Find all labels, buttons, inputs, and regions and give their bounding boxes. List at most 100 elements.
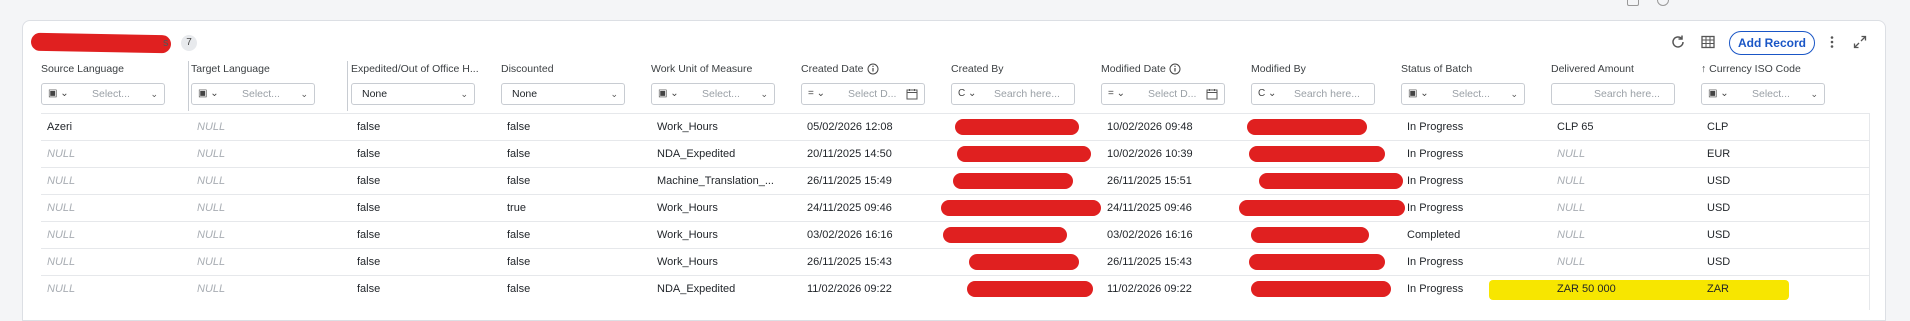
cell-status: In Progress [1407,202,1464,214]
redacted-modified-by [1259,173,1403,189]
refresh-icon[interactable] [1669,34,1687,52]
column-headers: Source Language Target Language Expedite… [41,63,1887,77]
filter-operator[interactable]: ▣ ⌄ [48,84,69,104]
cell-created-date: 03/02/2026 16:16 [807,229,893,241]
header-delivered-amount[interactable]: Delivered Amount [1551,63,1691,75]
cell-expedited: false [357,121,381,133]
header-currency[interactable]: ↑ Currency ISO Code [1701,63,1841,75]
table-settings-icon[interactable] [1699,34,1717,52]
table-row[interactable]: NULL NULL false false Work_Hours 26/11/2025 1… [41,248,1869,275]
filter-operator[interactable]: ▣ ⌄ [1408,84,1429,104]
filter-placeholder: Select... [1452,88,1490,100]
cell-discounted: false [507,229,531,241]
cell-discounted: false [507,148,531,160]
filter-placeholder: Select D... [848,88,897,100]
filter-created-by[interactable]: C ⌄ Search here... [951,83,1075,105]
cell-work-unit: NDA_Expedited [657,283,736,295]
record-count-badge: 7 [181,35,197,51]
redacted-created-by [967,281,1093,297]
filter-placeholder: Search here... [1294,88,1360,100]
cell-created-date: 24/11/2025 09:46 [807,202,892,214]
filter-modified-date[interactable]: = ⌄ Select D... [1101,83,1225,105]
cell-created-date: 20/11/2025 14:50 [807,148,892,160]
cell-work-unit: Work_Hours [657,202,718,214]
redacted-modified-by [1239,200,1405,216]
filter-delivered-amount[interactable]: Search here... [1551,83,1675,105]
cell-delivered-amount: NULL [1557,175,1586,187]
add-record-button[interactable]: Add Record [1729,31,1815,55]
table-row[interactable]: NULL NULL false false Work_Hours 03/02/2026 1… [41,221,1869,248]
redacted-created-by [953,173,1073,189]
calendar-icon[interactable] [1206,84,1218,107]
cell-status: Completed [1407,229,1461,241]
cell-expedited: false [357,256,381,268]
table-row[interactable]: NULL NULL false false NDA_Expedited 11/02/202… [41,275,1869,302]
filter-placeholder: Select... [702,88,740,100]
chevron-down-icon: ⌄ [300,89,308,99]
filter-operator[interactable]: C ⌄ [958,84,976,104]
title-suffix: s [163,37,169,49]
filter-created-date[interactable]: = ⌄ Select D... [801,83,925,105]
filter-discounted[interactable]: None ⌄ [501,83,625,105]
filter-operator[interactable]: ▣ ⌄ [198,84,219,104]
table-row[interactable]: Azeri NULL false false Work_Hours 05/02/2026 … [41,113,1869,140]
cell-work-unit: Machine_Translation_... [657,175,774,187]
table-row[interactable]: NULL NULL false true Work_Hours 24/11/2025 09… [41,194,1869,221]
cell-target-language: NULL [197,229,226,241]
filter-status[interactable]: ▣ ⌄ Select... ⌄ [1401,83,1525,105]
cell-target-language: NULL [197,283,226,295]
cell-currency: USD [1707,256,1731,268]
expand-icon[interactable] [1851,34,1869,52]
redacted-created-by [957,146,1091,162]
cell-target-language: NULL [197,148,226,160]
table-row[interactable]: NULL NULL false false Machine_Translation_..… [41,167,1869,194]
header-expedited[interactable]: Expedited/Out of Office H... [351,63,491,75]
redacted-title [30,32,172,54]
header-source-language[interactable]: Source Language [41,63,181,75]
cell-status: In Progress [1407,148,1464,160]
header-discounted[interactable]: Discounted [501,63,641,75]
calendar-icon[interactable] [906,84,918,107]
filter-operator[interactable]: ▣ ⌄ [1708,84,1729,104]
top-icon-2 [1657,0,1669,6]
cell-delivered-amount: ZAR 50 000 [1557,283,1616,295]
cell-currency: USD [1707,202,1731,214]
filter-selected-value: None [362,88,388,100]
panel-header: s 7 Add Record [23,21,1885,63]
filter-source-language[interactable]: ▣ ⌄ Select... ⌄ [41,83,165,105]
cell-discounted: false [507,121,531,133]
header-target-language[interactable]: Target Language [191,63,331,75]
header-status[interactable]: Status of Batch [1401,63,1541,75]
chevron-down-icon: ⌄ [460,89,468,99]
cell-discounted: false [507,256,531,268]
cell-status: In Progress [1407,256,1464,268]
filter-operator[interactable]: ▣ ⌄ [658,84,679,104]
cell-status: In Progress [1407,121,1464,133]
filter-operator[interactable]: C ⌄ [1258,84,1276,104]
cell-currency: EUR [1707,148,1731,160]
filter-modified-by[interactable]: C ⌄ Search here... [1251,83,1375,105]
cell-created-date: 11/02/2026 09:22 [807,283,892,295]
header-modified-by[interactable]: Modified By [1251,63,1391,75]
header-work-unit[interactable]: Work Unit of Measure [651,63,791,75]
chevron-down-icon: ⌄ [150,89,158,99]
redacted-modified-by [1247,119,1367,135]
cell-expedited: false [357,148,381,160]
filter-currency[interactable]: ▣ ⌄ Select... ⌄ [1701,83,1825,105]
cell-work-unit: NDA_Expedited [657,148,736,160]
header-created-by[interactable]: Created By [951,63,1091,75]
filter-operator[interactable]: = ⌄ [808,84,825,104]
filter-placeholder: Select D... [1148,88,1197,100]
more-vertical-icon[interactable] [1823,34,1841,52]
filter-work-unit[interactable]: ▣ ⌄ Select... ⌄ [651,83,775,105]
cell-discounted: false [507,283,531,295]
filter-expedited[interactable]: None ⌄ [351,83,475,105]
cell-delivered-amount: NULL [1557,256,1586,268]
filter-operator[interactable]: = ⌄ [1108,84,1125,104]
cell-expedited: false [357,175,381,187]
cell-discounted: false [507,175,531,187]
table-row[interactable]: NULL NULL false false NDA_Expedited 20/11/202… [41,140,1869,167]
filter-target-language[interactable]: ▣ ⌄ Select... ⌄ [191,83,315,105]
filter-placeholder: Search here... [994,88,1060,100]
cell-target-language: NULL [197,202,226,214]
